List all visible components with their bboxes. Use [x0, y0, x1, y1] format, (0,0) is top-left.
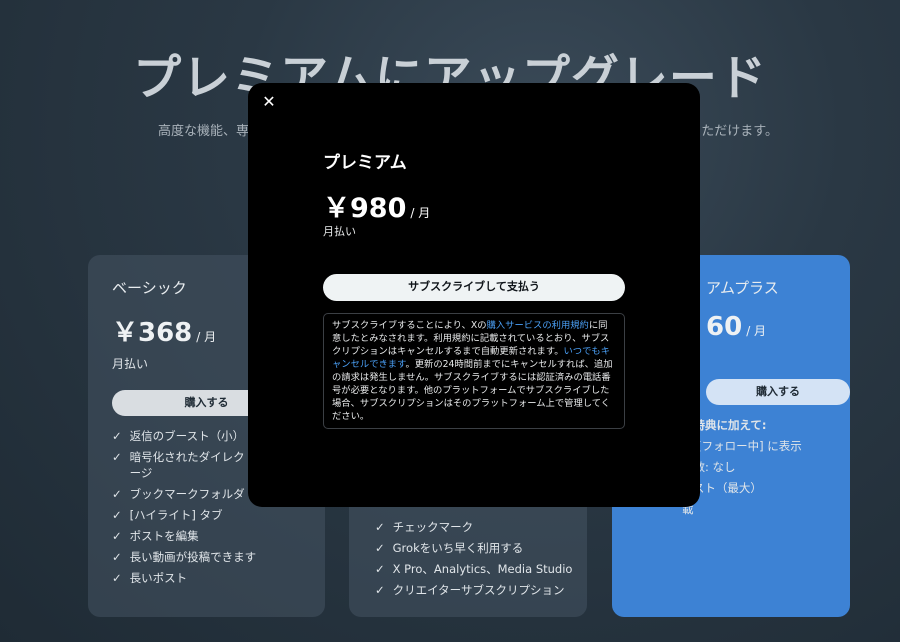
check-icon: ✓ [375, 562, 385, 576]
list-item: ✓ チェックマーク [375, 519, 572, 535]
check-icon: ✓ [112, 429, 122, 443]
feature-label: Grokをいち早く利用する [392, 541, 524, 555]
check-icon: ✓ [112, 529, 122, 543]
modal-price-value: ￥980 [323, 193, 407, 224]
check-icon: ✓ [375, 520, 385, 534]
feature-label: ブックマークフォルダ [129, 487, 245, 501]
page-subtitle-right: ただけます。 [701, 124, 778, 139]
list-item: ✓ 長いポスト [112, 570, 301, 586]
modal-billing: 月払い [323, 225, 356, 238]
modal-price: ￥980/ 月 [323, 186, 430, 225]
plan-price-period: / 月 [196, 330, 217, 344]
feature-label: X Pro、Analytics、Media Studio [392, 562, 573, 576]
subscribe-modal: ✕ プレミアム ￥980/ 月 月払い サブスクライブして支払う サブスクライブ… [248, 83, 700, 507]
plan-price-value: 60 [706, 312, 743, 342]
list-item: ✓ X Pro、Analytics、Media Studio [375, 561, 572, 577]
subscribe-button[interactable]: サブスクライブして支払う [323, 274, 625, 301]
feature-label: 長いポスト [129, 571, 188, 585]
list-item: ✓ 長い動画が投稿できます [112, 549, 301, 565]
feature-label: 返信のブースト（小） [129, 429, 245, 443]
plan-price-value: ￥368 [112, 318, 193, 348]
feature-label: ポストを編集 [129, 529, 199, 543]
feature-label: 長い動画が投稿できます [129, 550, 257, 564]
feature-label: クリエイターサブスクリプション [392, 583, 565, 597]
terms-text: サブスクライブすることにより、Xの [332, 320, 487, 331]
check-icon: ✓ [112, 508, 122, 522]
check-icon: ✓ [375, 583, 385, 597]
list-item: ✓ ポストを編集 [112, 528, 301, 544]
plan-price-period: / 月 [746, 324, 767, 338]
modal-plan-name: プレミアム [323, 153, 407, 173]
list-item: ✓ クリエイターサブスクリプション [375, 582, 572, 598]
terms-box: サブスクライブすることにより、Xの購入サービスの利用規約に同意したとみなされます… [323, 313, 625, 429]
feature-label: チェックマーク [392, 520, 474, 534]
check-icon: ✓ [375, 541, 385, 555]
list-item: ✓ [ハイライト] タブ [112, 507, 301, 523]
terms-of-service-link[interactable]: 購入サービスの利用規約 [487, 320, 589, 331]
check-icon: ✓ [112, 487, 122, 501]
modal-price-period: / 月 [410, 206, 431, 220]
feature-label: [ハイライト] タブ [129, 508, 223, 522]
buy-plus-button[interactable]: 購入する [706, 379, 850, 405]
close-icon[interactable]: ✕ [260, 93, 278, 111]
feature-list: ✓ チェックマーク ✓ Grokをいち早く利用する ✓ X Pro、Analytics… [375, 519, 572, 603]
check-icon: ✓ [112, 450, 122, 464]
list-item: 載 [682, 501, 802, 517]
check-icon: ✓ [112, 550, 122, 564]
check-icon: ✓ [112, 571, 122, 585]
page-subtitle-left: 高度な機能、専 [158, 124, 250, 139]
list-item: ✓ Grokをいち早く利用する [375, 540, 572, 556]
